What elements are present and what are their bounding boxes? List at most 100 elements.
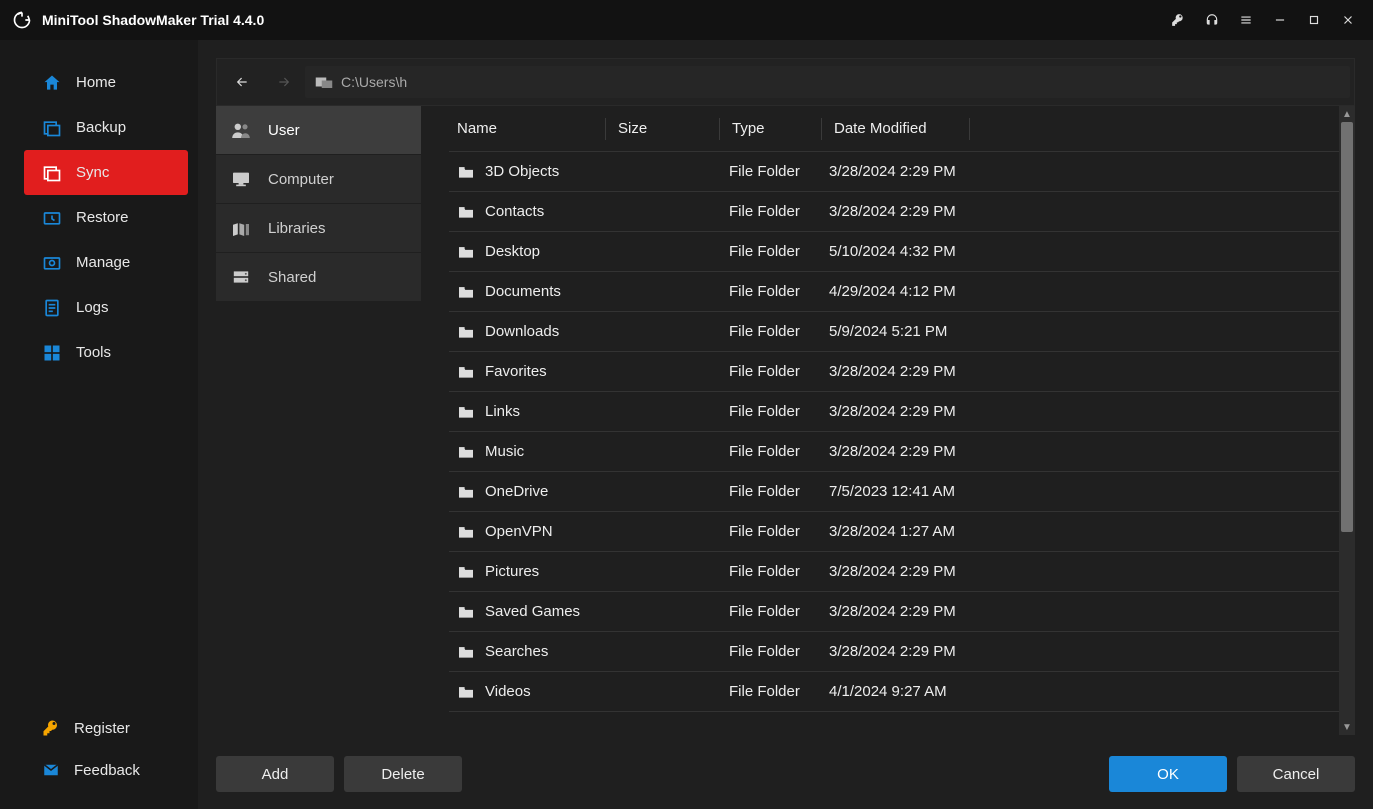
sidebar-item-manage[interactable]: Manage: [24, 240, 188, 285]
file-type: File Folder: [729, 403, 829, 420]
file-name: Pictures: [485, 563, 539, 580]
column-headers: Name Size Type Date Modified: [449, 106, 1355, 152]
scroll-down-icon[interactable]: ▼: [1339, 719, 1355, 735]
file-type: File Folder: [729, 683, 829, 700]
sidebar-item-feedback[interactable]: Feedback: [24, 749, 188, 791]
folder-icon: [457, 245, 475, 259]
cancel-button[interactable]: Cancel: [1237, 756, 1355, 792]
sidebar-item-tools[interactable]: Tools: [24, 330, 188, 375]
close-button[interactable]: [1331, 0, 1365, 40]
logs-icon: [42, 298, 62, 318]
file-type: File Folder: [729, 643, 829, 660]
file-type: File Folder: [729, 523, 829, 540]
path-input[interactable]: C:\Users\h: [305, 66, 1350, 98]
ok-button[interactable]: OK: [1109, 756, 1227, 792]
sync-icon: [42, 163, 62, 183]
column-type[interactable]: Type: [719, 118, 821, 140]
delete-button[interactable]: Delete: [344, 756, 462, 792]
file-name: OpenVPN: [485, 523, 553, 540]
folder-icon: [457, 405, 475, 419]
tree-item-label: Shared: [268, 269, 316, 286]
folder-icon: [457, 565, 475, 579]
tree-item-computer[interactable]: Computer: [216, 155, 421, 204]
file-type: File Folder: [729, 243, 829, 260]
content-area: C:\Users\h User Computer: [198, 40, 1373, 809]
monitor-icon: [230, 171, 252, 187]
folder-icon: [457, 445, 475, 459]
libraries-icon: [230, 220, 252, 236]
maximize-button[interactable]: [1297, 0, 1331, 40]
file-date: 3/28/2024 1:27 AM: [829, 523, 1355, 540]
sidebar-item-logs[interactable]: Logs: [24, 285, 188, 330]
table-row[interactable]: PicturesFile Folder3/28/2024 2:29 PM: [449, 552, 1355, 592]
column-name[interactable]: Name: [449, 120, 605, 137]
restore-icon: [42, 208, 62, 228]
headset-icon[interactable]: [1195, 0, 1229, 40]
file-name: Documents: [485, 283, 561, 300]
tree-item-user[interactable]: User: [216, 106, 421, 155]
sidebar-item-label: Sync: [76, 164, 109, 181]
table-row[interactable]: DocumentsFile Folder4/29/2024 4:12 PM: [449, 272, 1355, 312]
table-row[interactable]: 3D Objects File Folder3/28/2024 2:29 PM: [449, 152, 1355, 192]
table-row[interactable]: DesktopFile Folder5/10/2024 4:32 PM: [449, 232, 1355, 272]
nav-forward-button[interactable]: [263, 58, 305, 106]
file-date: 3/28/2024 2:29 PM: [829, 163, 1355, 180]
file-date: 3/28/2024 2:29 PM: [829, 403, 1355, 420]
file-name: 3D Objects: [485, 163, 559, 180]
file-type: File Folder: [729, 603, 829, 620]
minimize-button[interactable]: [1263, 0, 1297, 40]
folder-icon: [457, 285, 475, 299]
table-row[interactable]: OpenVPN File Folder3/28/2024 1:27 AM: [449, 512, 1355, 552]
sidebar-item-backup[interactable]: Backup: [24, 105, 188, 150]
scroll-thumb[interactable]: [1341, 122, 1353, 532]
file-pane: Name Size Type Date Modified 3D Objects F…: [421, 106, 1355, 735]
backup-icon: [42, 118, 62, 138]
sidebar-item-label: Backup: [76, 119, 126, 136]
file-type: File Folder: [729, 203, 829, 220]
table-row[interactable]: OneDriveFile Folder7/5/2023 12:41 AM: [449, 472, 1355, 512]
folder-icon: [457, 165, 475, 179]
tools-icon: [42, 343, 62, 363]
scroll-up-icon[interactable]: ▲: [1339, 106, 1355, 122]
file-type: File Folder: [729, 163, 829, 180]
table-row[interactable]: DownloadsFile Folder5/9/2024 5:21 PM: [449, 312, 1355, 352]
table-row[interactable]: MusicFile Folder3/28/2024 2:29 PM: [449, 432, 1355, 472]
table-row[interactable]: ContactsFile Folder3/28/2024 2:29 PM: [449, 192, 1355, 232]
file-name: Links: [485, 403, 520, 420]
nav-back-button[interactable]: [221, 58, 263, 106]
sidebar-item-label: Feedback: [74, 762, 140, 779]
mail-icon: [42, 761, 60, 779]
sidebar-item-home[interactable]: Home: [24, 60, 188, 105]
key-icon: [42, 719, 60, 737]
column-date[interactable]: Date Modified: [821, 118, 969, 140]
menu-icon[interactable]: [1229, 0, 1263, 40]
tree-item-libraries[interactable]: Libraries: [216, 204, 421, 253]
table-row[interactable]: SearchesFile Folder3/28/2024 2:29 PM: [449, 632, 1355, 672]
sidebar-item-sync[interactable]: Sync: [24, 150, 188, 195]
drive-rack-icon: [230, 269, 252, 285]
file-name: Music: [485, 443, 524, 460]
column-size[interactable]: Size: [605, 118, 719, 140]
sidebar-item-register[interactable]: Register: [24, 707, 188, 749]
file-browser: User Computer Libraries: [216, 106, 1355, 735]
folder-icon: [457, 685, 475, 699]
folder-icon: [457, 325, 475, 339]
license-key-icon[interactable]: [1161, 0, 1195, 40]
file-type: File Folder: [729, 443, 829, 460]
tree-item-label: Computer: [268, 171, 334, 188]
tree-item-shared[interactable]: Shared: [216, 253, 421, 302]
table-row[interactable]: Links File Folder3/28/2024 2:29 PM: [449, 392, 1355, 432]
table-row[interactable]: Saved GamesFile Folder3/28/2024 2:29 PM: [449, 592, 1355, 632]
file-name: Desktop: [485, 243, 540, 260]
table-row[interactable]: FavoritesFile Folder3/28/2024 2:29 PM: [449, 352, 1355, 392]
folder-icon: [457, 605, 475, 619]
home-icon: [42, 73, 62, 93]
sidebar-item-label: Restore: [76, 209, 129, 226]
file-date: 4/29/2024 4:12 PM: [829, 283, 1355, 300]
table-row[interactable]: VideosFile Folder4/1/2024 9:27 AM: [449, 672, 1355, 712]
sidebar-item-restore[interactable]: Restore: [24, 195, 188, 240]
path-text: C:\Users\h: [341, 74, 407, 90]
add-button[interactable]: Add: [216, 756, 334, 792]
sidebar-item-label: Register: [74, 720, 130, 737]
vertical-scrollbar[interactable]: ▲ ▼: [1339, 106, 1355, 735]
